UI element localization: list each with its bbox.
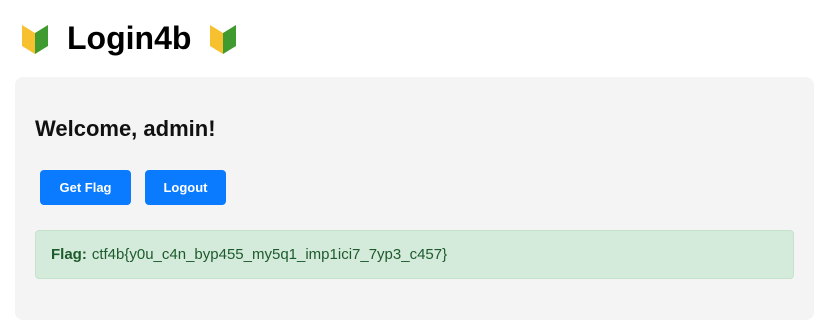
welcome-heading: Welcome, admin!	[35, 116, 216, 141]
page-title: Login4b	[67, 20, 192, 56]
flag-value: ctf4b{y0u_c4n_byp455_my5q1_imp1ici7_7yp3…	[91, 246, 448, 263]
get-flag-button[interactable]: Get Flag	[40, 170, 131, 205]
flag-label: Flag:	[51, 246, 87, 263]
flag-alert: Flag: ctf4b{y0u_c4n_byp455_my5q1_imp1ici…	[35, 230, 794, 279]
logout-button[interactable]: Logout	[145, 170, 226, 205]
header: Login4b	[21, 18, 237, 58]
main-card: Welcome, admin! Get Flag Logout Flag: ct…	[15, 77, 814, 320]
beginner-mark-icon	[21, 21, 49, 55]
beginner-mark-icon	[209, 21, 237, 55]
